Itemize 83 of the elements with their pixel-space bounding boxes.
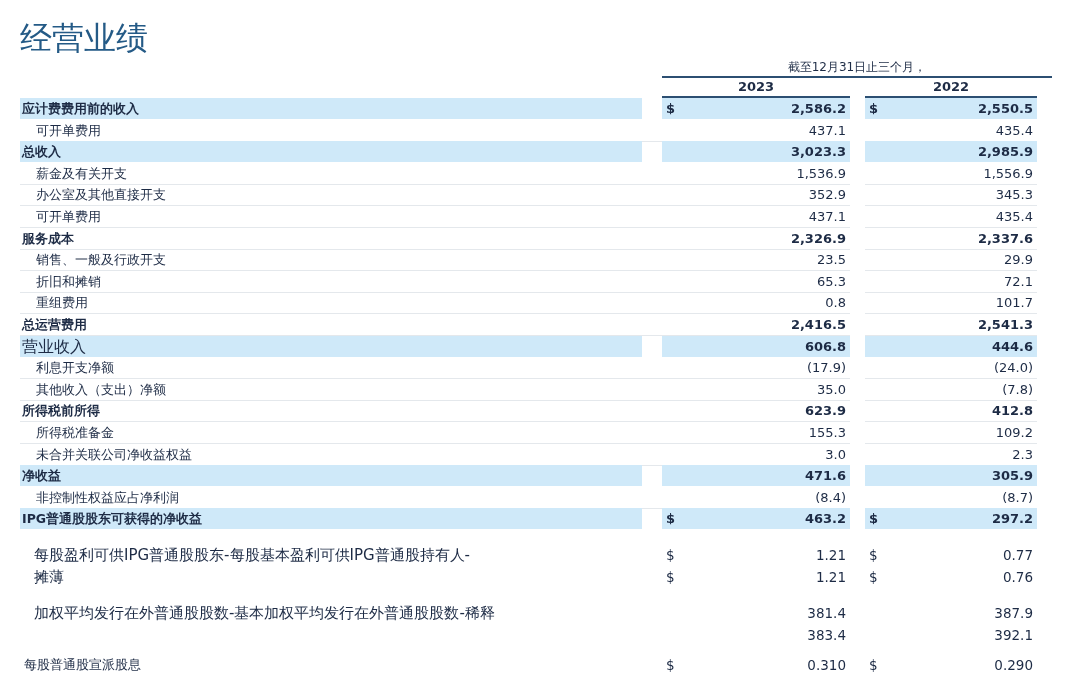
amount: 305.9 — [991, 468, 1033, 484]
amount: 2,326.9 — [790, 230, 846, 246]
row-label: 营业收入 — [20, 335, 642, 358]
amount: (17.9) — [806, 360, 846, 376]
amount: 2,337.6 — [977, 230, 1033, 246]
currency-symbol: $ — [869, 511, 879, 527]
row-label: 销售、一般及行政开支 — [20, 249, 662, 272]
amount: 2,550.5 — [977, 101, 1033, 116]
amount: 437.1 — [808, 208, 846, 224]
amount: 435.4 — [995, 122, 1033, 138]
amount: 297.2 — [991, 511, 1033, 527]
period-header: 截至12月31日止三个月， — [662, 58, 1052, 78]
amount: 623.9 — [804, 403, 846, 419]
amount: 387.9 — [994, 603, 1033, 623]
currency-symbol: $ — [869, 655, 878, 675]
row-label: 所得税前所得 — [20, 400, 662, 423]
currency-symbol: $ — [666, 567, 675, 587]
amount: 2,985.9 — [977, 144, 1033, 160]
row-label: 净收益 — [20, 465, 642, 488]
amount: 2,586.2 — [790, 101, 846, 116]
amount: (7.8) — [1002, 381, 1033, 397]
amount: 0.76 — [1002, 567, 1033, 587]
currency-symbol: $ — [869, 545, 878, 565]
amount: 435.4 — [995, 208, 1033, 224]
amount: 412.8 — [991, 403, 1033, 419]
amount: 0.290 — [994, 655, 1033, 675]
row-label: 总收入 — [20, 141, 642, 164]
amount: 381.4 — [807, 603, 846, 623]
amount: (24.0) — [993, 360, 1033, 376]
currency-symbol: $ — [666, 101, 676, 116]
amount: 1.21 — [815, 567, 846, 587]
amount: 444.6 — [991, 338, 1033, 354]
amount: 1.21 — [815, 545, 846, 565]
row-label: 服务成本 — [20, 227, 662, 250]
amount: 463.2 — [804, 511, 846, 527]
row-label: IPG普通股股东可获得的净收益 — [20, 508, 642, 531]
page-title: 经营业绩 — [20, 18, 149, 58]
amount: 1,556.9 — [983, 165, 1033, 181]
amount: 606.8 — [804, 338, 846, 354]
amount: 1,536.9 — [796, 165, 846, 181]
row-label: 每股盈利可供IPG普通股股东-每股基本盈利可供IPG普通股持有人- — [34, 545, 470, 564]
row-label: 折旧和摊销 — [20, 270, 662, 293]
amount: 29.9 — [1004, 252, 1033, 268]
currency-symbol: $ — [666, 511, 676, 527]
row-label: 每股普通股宣派股息 — [24, 656, 141, 672]
amount: 101.7 — [995, 295, 1033, 311]
currency-symbol: $ — [869, 101, 879, 116]
amount: 0.77 — [1002, 545, 1033, 565]
currency-symbol: $ — [666, 655, 675, 675]
row-label: 应计费费用前的收入 — [20, 98, 642, 120]
amount: 109.2 — [995, 424, 1033, 440]
row-label: 重组费用 — [20, 292, 662, 315]
row-label: 所得税准备金 — [20, 421, 662, 444]
amount: 437.1 — [808, 122, 846, 138]
amount: 65.3 — [817, 273, 846, 289]
amount: 35.0 — [817, 381, 846, 397]
row-label: 可开单费用 — [20, 205, 662, 228]
amount: 0.8 — [825, 295, 846, 311]
row-label: 总运营费用 — [20, 313, 662, 336]
amount: 2,416.5 — [790, 316, 846, 332]
amount: 392.1 — [994, 625, 1033, 645]
amount: 3,023.3 — [790, 144, 846, 160]
amount: 345.3 — [995, 187, 1033, 203]
amount: 2,541.3 — [977, 316, 1033, 332]
currency-symbol: $ — [666, 545, 675, 565]
row-label: 加权平均发行在外普通股股数-基本加权平均发行在外普通股股数-稀释 — [34, 603, 495, 622]
amount: 383.4 — [807, 625, 846, 645]
row-label: 其他收入（支出）净额 — [20, 378, 662, 401]
amount: 23.5 — [817, 252, 846, 268]
amount: 155.3 — [808, 424, 846, 440]
amount: 352.9 — [808, 187, 846, 203]
currency-symbol: $ — [869, 567, 878, 587]
amount: 72.1 — [1004, 273, 1033, 289]
amount: 3.0 — [825, 446, 846, 462]
row-label: 利息开支净额 — [20, 357, 662, 380]
row-label: 摊薄 — [34, 567, 64, 586]
row-label: 办公室及其他直接开支 — [20, 184, 662, 207]
amount: (8.4) — [815, 489, 846, 505]
amount: 0.310 — [807, 655, 846, 675]
amount: (8.7) — [1002, 489, 1033, 505]
amount: 471.6 — [804, 468, 846, 484]
amount: 2.3 — [1012, 446, 1033, 462]
row-label: 薪金及有关开支 — [20, 162, 662, 185]
